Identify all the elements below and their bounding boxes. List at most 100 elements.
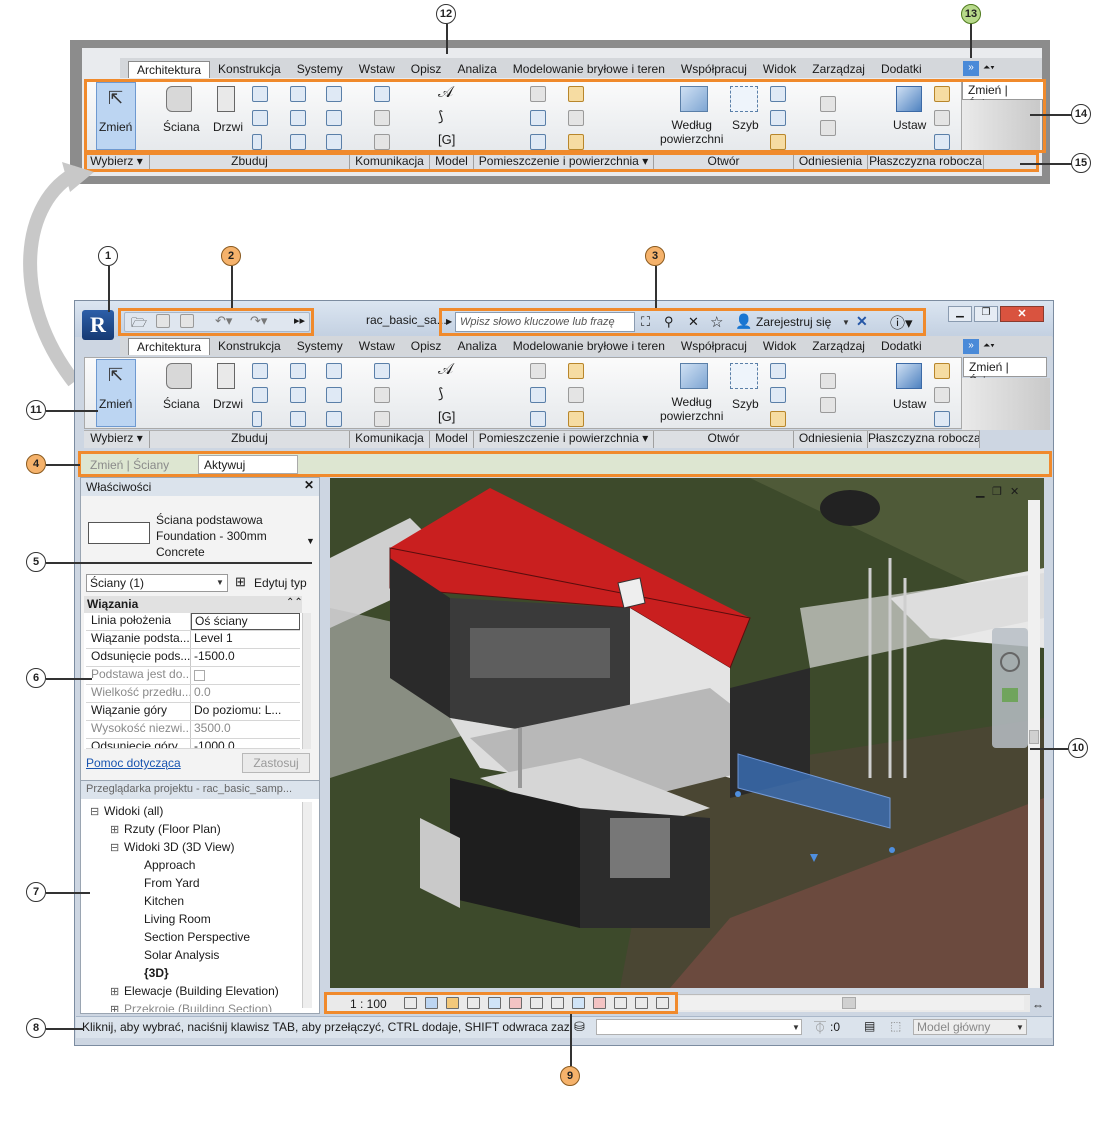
type-material[interactable]: Concrete [156, 545, 205, 559]
tab-modelowanie-main[interactable]: Modelowanie bryłowe i teren [505, 338, 673, 355]
workset-dropdown[interactable] [596, 1019, 802, 1035]
3d-viewport[interactable] [330, 478, 1044, 988]
type-family[interactable]: Ściana podstawowa [156, 513, 263, 527]
browser-tree-item[interactable]: Section Perspective [130, 930, 250, 944]
props-group-header[interactable]: Wiązania [84, 596, 302, 613]
minimize-window-button[interactable]: ▁ [948, 306, 972, 322]
type-selector-dropdown-icon[interactable]: ▼ [306, 536, 315, 548]
viewport-close-icon[interactable]: ✕ [1010, 485, 1019, 498]
model-line-icon-main[interactable]: ⟆ [438, 385, 443, 402]
worksets-icon[interactable]: ⛁ [574, 1019, 585, 1035]
minimize-ribbon-button[interactable]: ⏶▾ [983, 62, 1007, 74]
prop-row[interactable]: Linia położenia Oś ściany [86, 613, 300, 631]
show-workplane-icon-main[interactable] [934, 363, 950, 379]
ceiling-icon-main[interactable] [290, 387, 306, 403]
component-icon-main[interactable] [252, 387, 268, 403]
tab-widok[interactable]: Widok [755, 61, 804, 78]
mullion-icon-main[interactable] [326, 411, 342, 427]
roof-icon-main[interactable] [290, 363, 306, 379]
viewer-icon-main[interactable] [934, 411, 950, 427]
tab-wspolpracuj-main[interactable]: Współpracuj [673, 338, 755, 355]
apply-button[interactable]: Zastosuj [242, 753, 310, 773]
tab-dodatki-main[interactable]: Dodatki [873, 338, 930, 355]
prop-row[interactable]: Wiązanie podsta... Level 1 [86, 631, 300, 649]
edit-type-button[interactable]: Edytuj typ [254, 576, 307, 590]
browser-tree-item[interactable]: From Yard [130, 876, 200, 890]
tree-expander-icon[interactable]: ⊞ [110, 823, 124, 836]
browser-tree-item[interactable]: Approach [130, 858, 195, 872]
model-group-icon-main[interactable]: [G] [438, 409, 455, 424]
design-option-dropdown-icon[interactable]: ▼ [1016, 1023, 1024, 1032]
tab-wstaw[interactable]: Wstaw [351, 61, 403, 78]
props-scrollbar[interactable] [302, 613, 311, 749]
wall-opening-icon-main[interactable] [770, 363, 786, 379]
set-label-main[interactable]: Ustaw [893, 397, 926, 411]
curtain-grid-icon-main[interactable] [326, 387, 342, 403]
tab-wstaw-main[interactable]: Wstaw [351, 338, 403, 355]
prop-row[interactable]: Odsunięcie góry -1000.0 [86, 739, 300, 749]
filter-icon[interactable]: ⏁ [814, 1019, 826, 1036]
tab-widok-main[interactable]: Widok [755, 338, 804, 355]
prop-row[interactable]: Wiązanie góry Do poziomu: L... [86, 703, 300, 721]
tag-room-icon-main[interactable] [530, 387, 546, 403]
panel-wybierz-main[interactable]: Wybierz ▾ [84, 431, 150, 448]
properties-help-link[interactable]: Pomoc dotycząca [86, 756, 181, 770]
tab-systemy-main[interactable]: Systemy [289, 338, 351, 355]
railing-icon-main[interactable] [374, 363, 390, 379]
area-boundary-icon-main[interactable] [530, 411, 546, 427]
browser-tree-item[interactable]: ⊞ Elewacje (Building Elevation) [110, 984, 279, 998]
tab-zarzadzaj[interactable]: Zarządzaj [804, 61, 873, 78]
browser-tree-item[interactable]: ⊟ Widoki (all) [90, 804, 163, 818]
tree-expander-icon[interactable]: ⊟ [110, 841, 124, 854]
browser-tree-item[interactable]: Kitchen [130, 894, 184, 908]
room-icon-main[interactable] [530, 363, 546, 379]
ramp-icon-main[interactable] [374, 387, 390, 403]
close-window-button[interactable]: ✕ [1000, 306, 1044, 322]
browser-tree-item[interactable]: ⊟ Widoki 3D (3D View) [110, 840, 234, 854]
ref-plane-icon-main[interactable] [934, 387, 950, 403]
browser-tree-item[interactable]: Solar Analysis [130, 948, 219, 962]
tree-expander-icon[interactable]: ⊞ [110, 1003, 124, 1012]
minimize-ribbon-button-main[interactable]: ⏶▾ [983, 340, 1007, 352]
tab-overflow-button[interactable]: » [963, 61, 979, 76]
tab-opisz[interactable]: Opisz [403, 61, 450, 78]
window-icon-main[interactable] [252, 363, 268, 379]
tree-expander-icon[interactable]: ⊟ [90, 805, 104, 818]
viewport-vscroll[interactable] [1028, 500, 1040, 988]
wall-label-main[interactable]: Ściana [163, 397, 200, 411]
tab-overflow-button-main[interactable]: » [963, 339, 979, 354]
prop-checkbox[interactable] [194, 670, 205, 681]
panel-pomieszczenie-main[interactable]: Pomieszczenie i powierzchnia ▾ [474, 431, 654, 448]
props-collapse-icon[interactable]: ⌃⌃ [286, 597, 303, 608]
dormer-icon-main[interactable] [770, 411, 786, 427]
tab-konstrukcja[interactable]: Konstrukcja [210, 61, 289, 78]
type-name[interactable]: Foundation - 300mm [156, 529, 267, 543]
viewport-restore-icon[interactable]: ❐ [992, 485, 1002, 498]
app-menu-button[interactable]: R [82, 310, 114, 340]
tab-architektura[interactable]: Architektura [128, 61, 211, 78]
vertical-opening-icon-main[interactable] [770, 387, 786, 403]
browser-tree-item[interactable]: {3D} [130, 966, 169, 980]
column-icon-main[interactable] [252, 411, 262, 427]
design-options-icon[interactable]: ⬚ [890, 1019, 901, 1033]
area-icon-main[interactable] [568, 387, 584, 403]
workset-dropdown-icon[interactable]: ▼ [792, 1023, 800, 1032]
viewport-vscroll-thumb[interactable] [1029, 730, 1039, 744]
tab-modelowanie[interactable]: Modelowanie bryłowe i teren [505, 61, 673, 78]
tab-architektura-main[interactable]: Architektura [128, 338, 211, 355]
browser-tree-item[interactable]: Living Room [130, 912, 211, 926]
room-separator-icon-main[interactable] [568, 363, 584, 379]
curtain-system-icon-main[interactable] [326, 363, 342, 379]
floor-icon-main[interactable] [290, 411, 306, 427]
model-text-icon-main[interactable]: 𝒜 [438, 361, 453, 379]
tab-systemy[interactable]: Systemy [289, 61, 351, 78]
level-icon-main[interactable] [820, 373, 836, 389]
instance-selector-dropdown-icon[interactable]: ▼ [216, 578, 224, 587]
browser-tree-item[interactable]: ⊞ Rzuty (Floor Plan) [110, 822, 221, 836]
restore-window-button[interactable]: ❐ [974, 306, 998, 322]
tab-zarzadzaj-main[interactable]: Zarządzaj [804, 338, 873, 355]
tab-opisz-main[interactable]: Opisz [403, 338, 450, 355]
tree-expander-icon[interactable]: ⊞ [110, 985, 124, 998]
instance-selector[interactable]: Ściany (1) [86, 574, 228, 592]
by-face-label-main[interactable]: Według powierzchni [660, 395, 723, 423]
